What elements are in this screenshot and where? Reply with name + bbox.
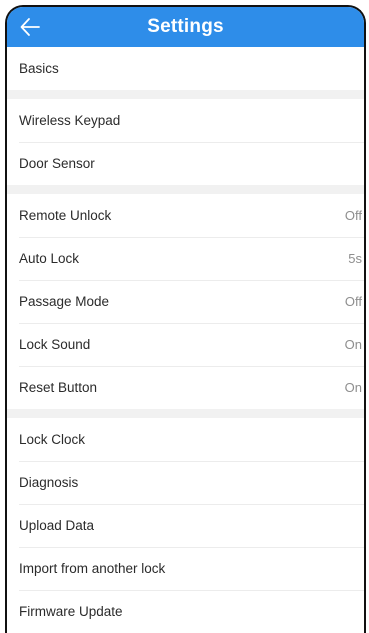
section-divider	[7, 409, 364, 418]
settings-item-firmware-update[interactable]: Firmware Update	[7, 590, 364, 633]
settings-item-label: Passage Mode	[19, 294, 110, 309]
settings-item-lock-clock[interactable]: Lock Clock	[7, 418, 364, 461]
settings-item-label: Upload Data	[19, 518, 95, 533]
settings-item-lock-sound[interactable]: Lock Sound On	[7, 323, 364, 366]
settings-list: Basics Wireless Keypad Door Sensor Remot…	[7, 47, 364, 633]
settings-item-value: 5s	[348, 251, 362, 266]
settings-item-label: Lock Clock	[19, 432, 86, 447]
phone-frame: Settings Basics Wireless Keypad Door Sen…	[5, 5, 366, 633]
settings-item-label: Basics	[19, 61, 59, 76]
settings-item-label: Firmware Update	[19, 604, 123, 619]
settings-item-remote-unlock[interactable]: Remote Unlock Off	[7, 194, 364, 237]
settings-item-label: Wireless Keypad	[19, 113, 121, 128]
settings-item-value: On	[344, 337, 362, 352]
settings-item-value: Off	[344, 294, 362, 309]
section-divider	[7, 185, 364, 194]
settings-item-value: Off	[344, 208, 362, 223]
page-title: Settings	[147, 16, 224, 37]
section-divider	[7, 90, 364, 99]
settings-item-auto-lock[interactable]: Auto Lock 5s	[7, 237, 364, 280]
settings-item-reset-button[interactable]: Reset Button On	[7, 366, 364, 409]
settings-item-basics[interactable]: Basics	[7, 47, 364, 90]
settings-item-import-from-another-lock[interactable]: Import from another lock	[7, 547, 364, 590]
arrow-left-icon[interactable]	[17, 14, 43, 40]
settings-item-passage-mode[interactable]: Passage Mode Off	[7, 280, 364, 323]
settings-item-wireless-keypad[interactable]: Wireless Keypad	[7, 99, 364, 142]
settings-item-label: Reset Button	[19, 380, 98, 395]
settings-item-label: Diagnosis	[19, 475, 79, 490]
settings-item-label: Door Sensor	[19, 156, 95, 171]
settings-item-value: On	[344, 380, 362, 395]
settings-item-label: Lock Sound	[19, 337, 91, 352]
settings-item-upload-data[interactable]: Upload Data	[7, 504, 364, 547]
app-header: Settings	[7, 7, 364, 47]
settings-item-label: Auto Lock	[19, 251, 80, 266]
settings-item-door-sensor[interactable]: Door Sensor	[7, 142, 364, 185]
settings-item-label: Import from another lock	[19, 561, 166, 576]
settings-item-diagnosis[interactable]: Diagnosis	[7, 461, 364, 504]
settings-item-label: Remote Unlock	[19, 208, 112, 223]
